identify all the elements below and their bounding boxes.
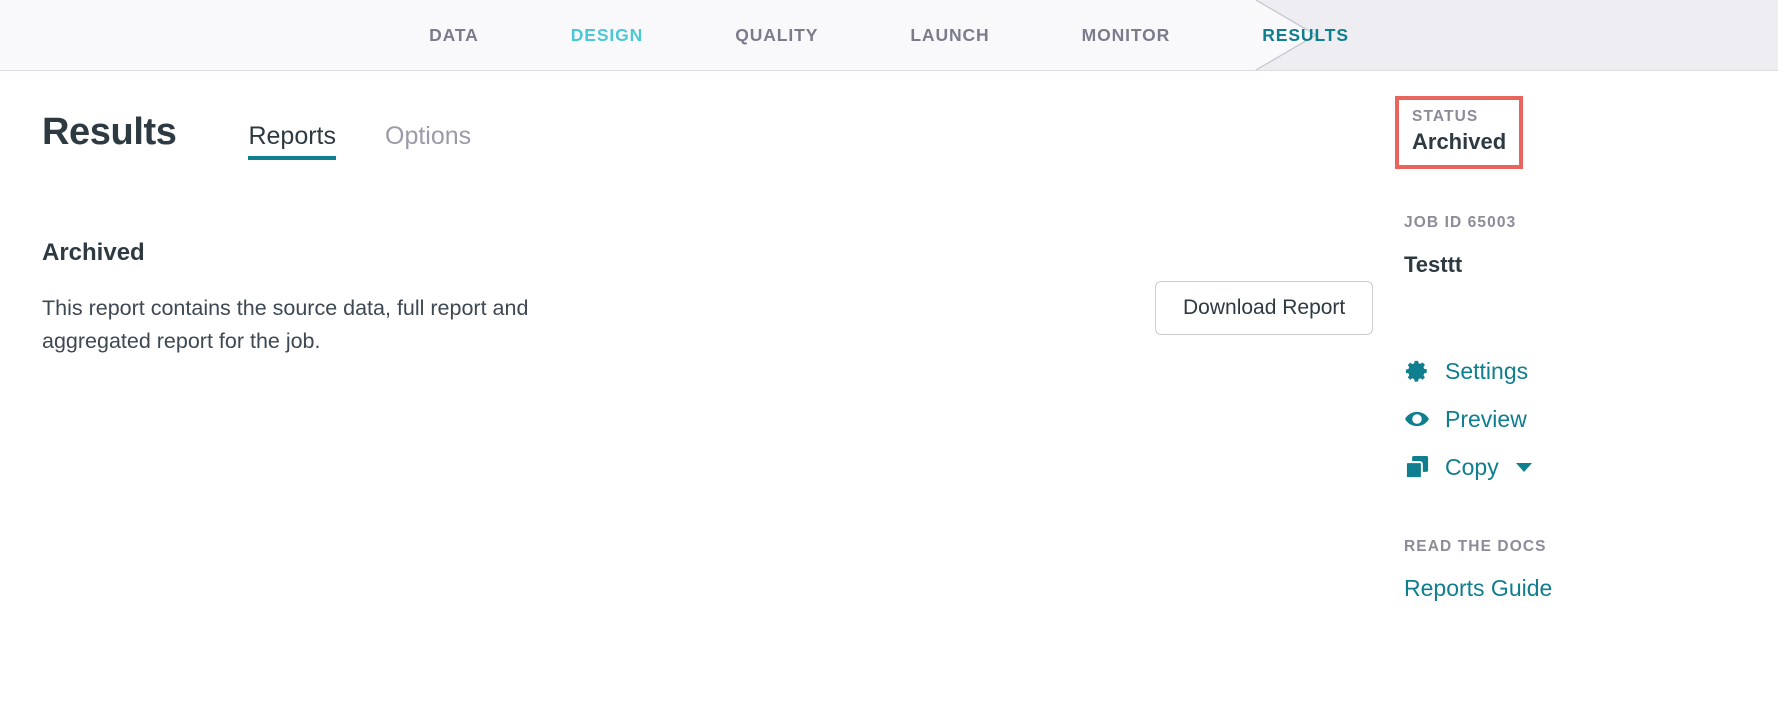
report-section: Archived This report contains the source… <box>42 239 1374 357</box>
eye-icon <box>1404 406 1430 432</box>
chevron-down-icon[interactable] <box>1515 462 1532 472</box>
wizard-step-monitor[interactable]: MONITOR <box>1036 0 1217 70</box>
wizard-step-data[interactable]: DATA <box>383 0 525 70</box>
report-description: This report contains the source data, fu… <box>42 296 529 353</box>
wizard-step-quality[interactable]: QUALITY <box>689 0 864 70</box>
job-info: JOB ID 65003 Testtt <box>1404 211 1516 279</box>
status-value: Archived <box>1412 129 1507 155</box>
settings-action[interactable]: Settings <box>1404 358 1528 384</box>
wizard-step-results[interactable]: RESULTS <box>1216 0 1395 70</box>
copy-action[interactable]: Copy <box>1404 454 1532 480</box>
tab-options[interactable]: Options <box>385 124 471 157</box>
wizard-step-launch[interactable]: LAUNCH <box>864 0 1035 70</box>
page-body: Results Reports Options Archived This re… <box>0 71 1778 704</box>
page-title: Results <box>42 111 177 153</box>
preview-action[interactable]: Preview <box>1404 406 1527 432</box>
copy-icon <box>1404 454 1430 480</box>
docs-heading: READ THE DOCS <box>1404 538 1547 555</box>
wizard-step-design[interactable]: DESIGN <box>525 0 690 70</box>
tab-reports[interactable]: Reports <box>248 124 336 160</box>
status-label: STATUS <box>1412 108 1479 125</box>
report-heading: Archived <box>42 239 145 266</box>
sidebar-actions: Settings Preview Copy <box>1404 358 1532 502</box>
copy-label: Copy <box>1445 453 1499 480</box>
settings-label: Settings <box>1445 357 1529 384</box>
job-id-label: JOB ID 65003 <box>1404 214 1517 231</box>
main-content-column: Results Reports Options Archived This re… <box>42 71 1374 357</box>
title-row: Results Reports Options <box>42 71 1342 160</box>
sub-tab-list: Reports Options <box>248 124 471 160</box>
docs-section: READ THE DOCS Reports Guide <box>1404 535 1552 603</box>
job-name: Testtt <box>1404 252 1463 278</box>
wizard-navigation: DATA DESIGN QUALITY LAUNCH MONITOR RESUL… <box>0 0 1778 71</box>
download-report-button[interactable]: Download Report <box>1155 281 1374 336</box>
gear-icon <box>1404 358 1430 384</box>
preview-label: Preview <box>1445 405 1527 432</box>
reports-guide-link[interactable]: Reports Guide <box>1404 575 1552 603</box>
status-badge: STATUS Archived <box>1395 96 1524 169</box>
